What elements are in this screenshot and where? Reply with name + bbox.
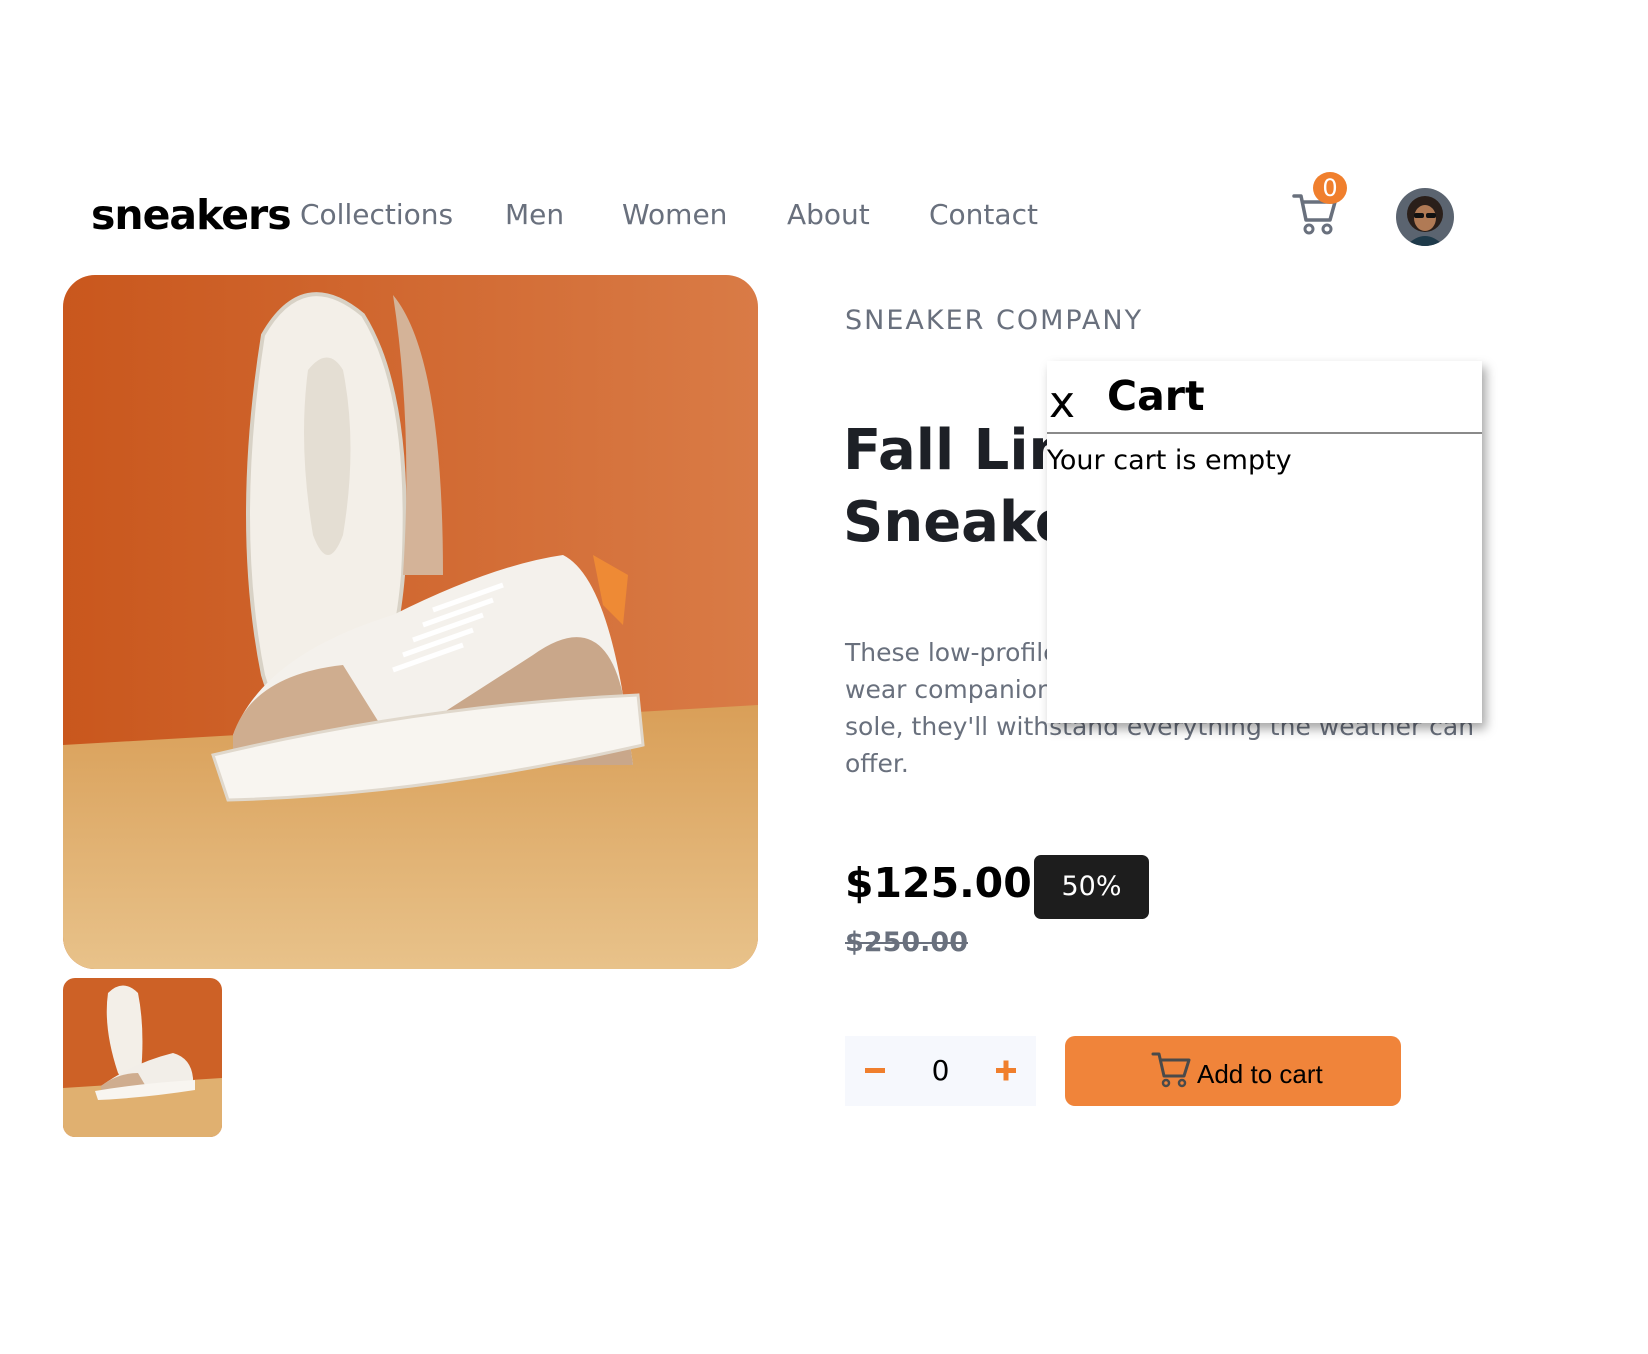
nav-about[interactable]: About: [787, 195, 870, 235]
decrease-quantity-button[interactable]: [845, 1036, 905, 1106]
current-price: $125.00: [845, 859, 1032, 907]
nav-contact[interactable]: Contact: [929, 195, 1038, 235]
nav-men[interactable]: Men: [505, 195, 564, 235]
cart-dropdown: x Cart Your cart is empty: [1047, 361, 1482, 723]
cart-header: x Cart: [1047, 361, 1482, 434]
add-to-cart-label: Add to cart: [1197, 1059, 1323, 1089]
brand-logo[interactable]: sneakers: [91, 190, 292, 240]
product-main-image[interactable]: [63, 275, 758, 969]
cart-empty-message: Your cart is empty: [1047, 445, 1292, 476]
cart-count-badge: 0: [1313, 172, 1347, 204]
increase-quantity-button[interactable]: [976, 1036, 1036, 1106]
plus-icon: [996, 1060, 1016, 1081]
minus-icon: [865, 1068, 885, 1073]
cart-icon: [1151, 1052, 1191, 1088]
nav-women[interactable]: Women: [622, 195, 727, 235]
user-avatar[interactable]: [1396, 188, 1454, 246]
nav-collections[interactable]: Collections: [300, 195, 453, 235]
close-cart-button[interactable]: x: [1049, 381, 1075, 425]
quantity-value: 0: [931, 1054, 950, 1087]
add-to-cart-button[interactable]: Add to cart: [1065, 1036, 1401, 1106]
cart-title: Cart: [1107, 372, 1205, 420]
product-thumbnail[interactable]: [63, 978, 222, 1137]
discount-badge: 50%: [1034, 855, 1149, 919]
quantity-stepper: 0: [845, 1036, 1036, 1106]
original-price: $250.00: [845, 927, 968, 958]
company-label: SNEAKER COMPANY: [845, 305, 1144, 336]
